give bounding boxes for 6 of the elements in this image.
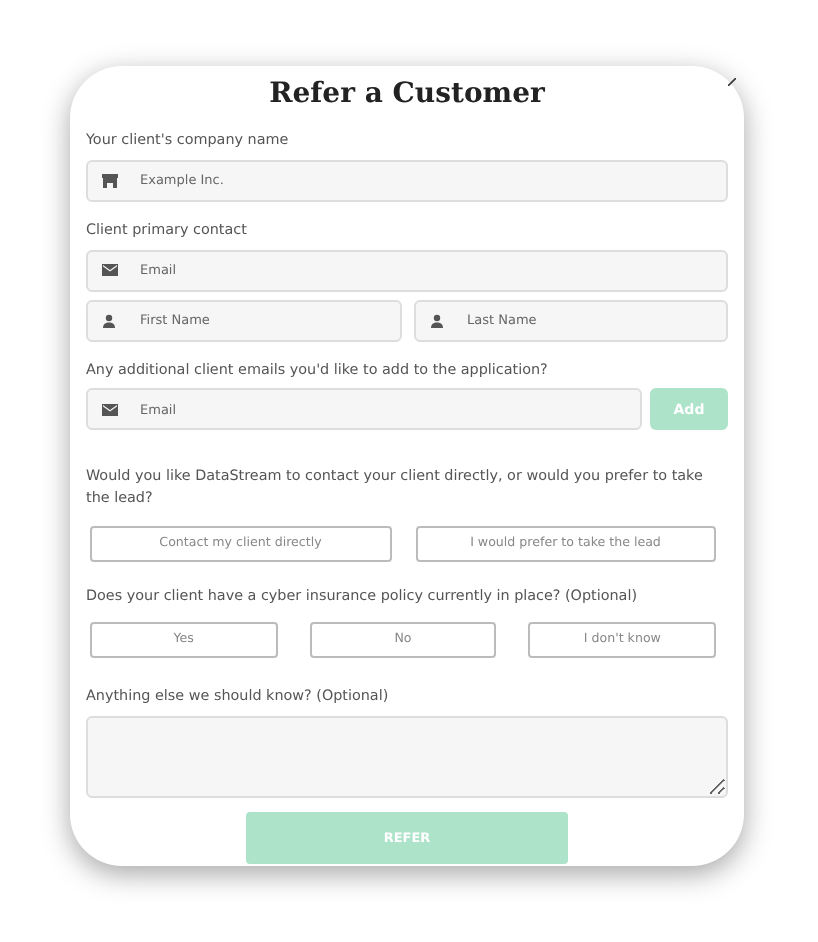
person-icon — [429, 313, 443, 328]
store-icon — [102, 173, 118, 188]
dialog-title: Refer a Customer — [267, 78, 547, 110]
person-icon — [102, 313, 116, 328]
notes-field[interactable] — [86, 715, 728, 798]
resize-icon[interactable] — [728, 78, 736, 86]
